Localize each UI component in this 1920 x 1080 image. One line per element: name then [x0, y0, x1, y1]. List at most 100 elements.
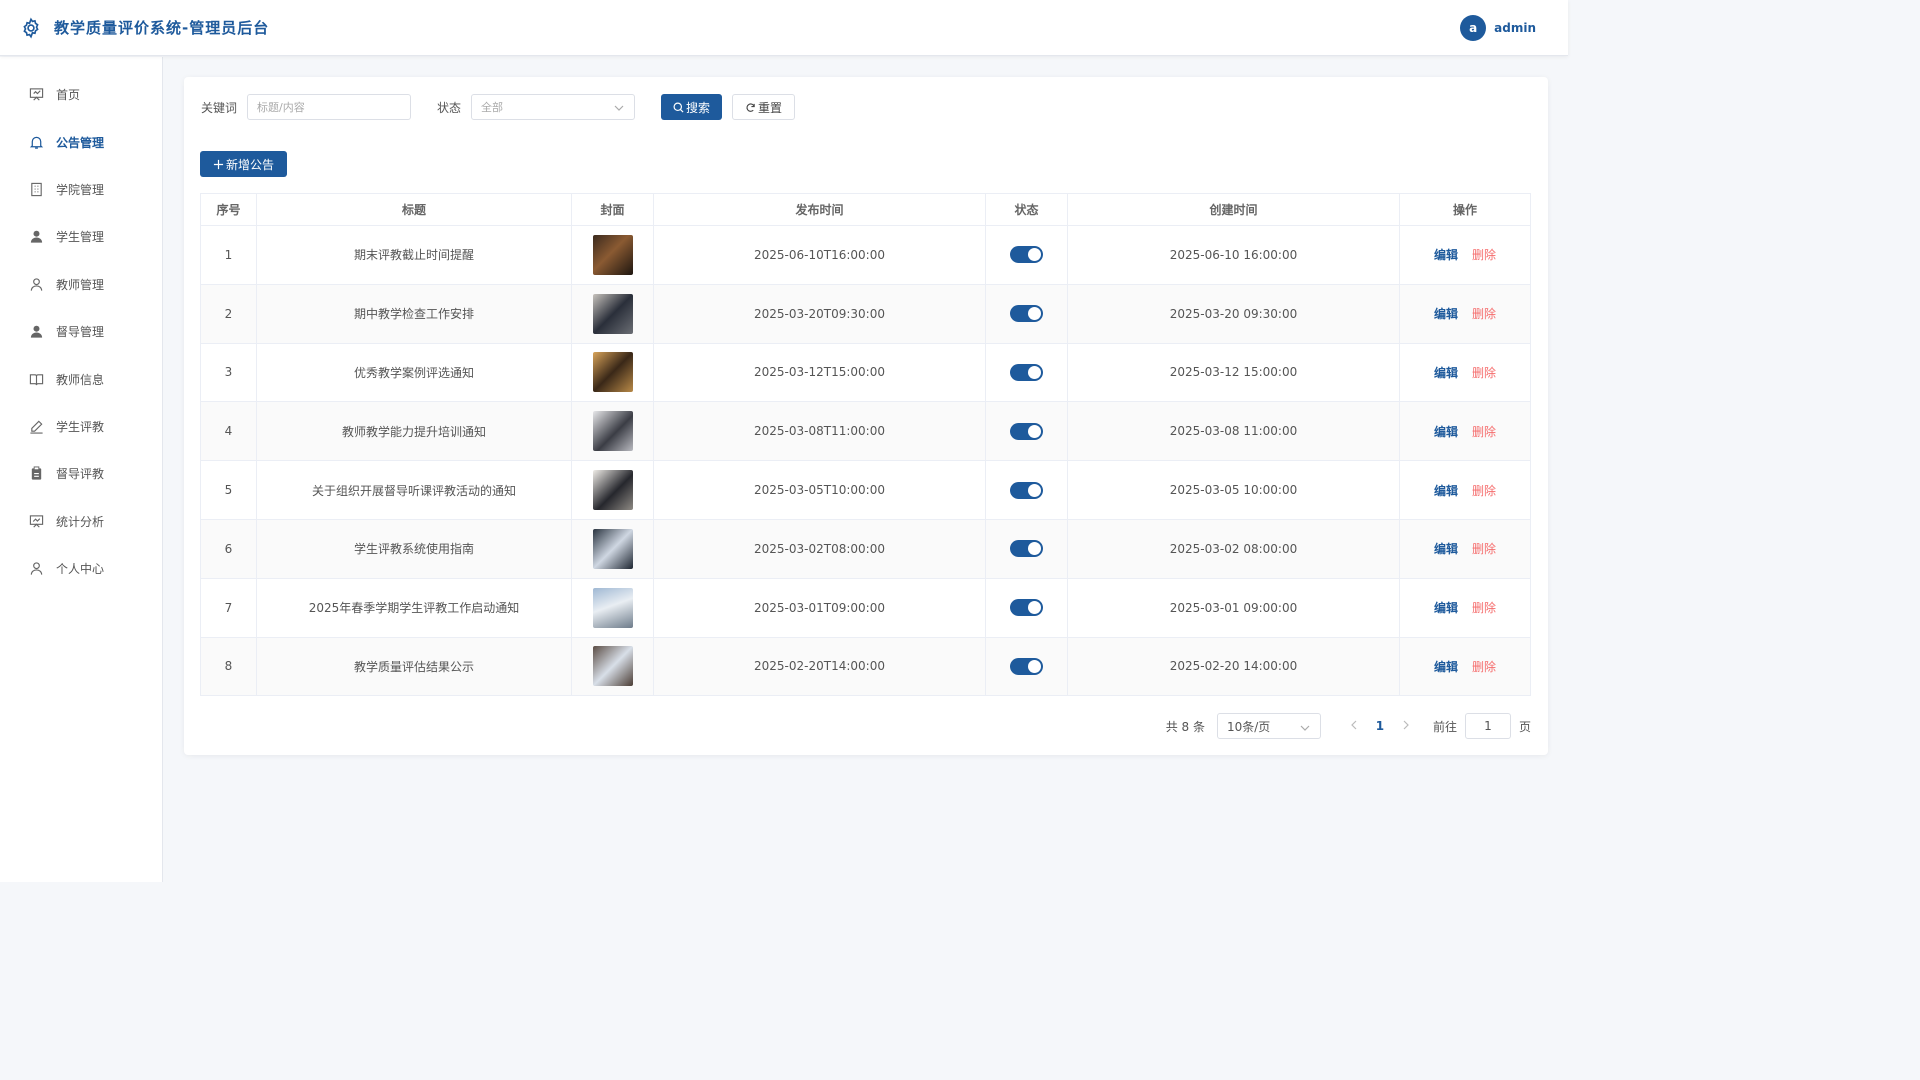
status-toggle[interactable] [1010, 657, 1043, 675]
sidebar-item[interactable]: 公告管理 [0, 118, 162, 165]
add-announcement-button[interactable]: 新增公告 [200, 151, 288, 177]
sidebar-item[interactable]: 督导管理 [0, 308, 162, 355]
row-created-time: 2025-02-20 14:00:00 [1067, 637, 1400, 697]
delete-button[interactable]: 删除 [1472, 601, 1496, 615]
edit-button[interactable]: 编辑 [1434, 601, 1458, 615]
row-cover [571, 519, 654, 579]
search-button[interactable]: 搜索 [661, 94, 723, 120]
status-toggle[interactable] [1010, 481, 1043, 499]
keyword-input[interactable]: 标题/内容 [247, 94, 412, 120]
row-publish-time: 2025-03-02T08:00:00 [653, 519, 986, 579]
table-row: 6 学生评教系统使用指南 2025-03-02T08:00:00 2025-03-02… [200, 519, 1531, 579]
current-page[interactable]: 1 [1367, 719, 1393, 733]
row-status [985, 401, 1068, 462]
bell-icon [28, 134, 44, 150]
edit-button[interactable]: 编辑 [1434, 660, 1458, 674]
sidebar-item[interactable]: 学生评教 [0, 403, 162, 450]
row-status [985, 637, 1068, 697]
goto-page-input[interactable]: 1 [1464, 713, 1511, 739]
pagination: 共 8 条 10条/页 1 前往 1 页 [1166, 713, 1531, 739]
cover-thumbnail[interactable] [592, 528, 633, 569]
row-no: 6 [200, 519, 257, 579]
cover-thumbnail[interactable] [592, 646, 633, 687]
reset-button[interactable]: 重置 [732, 94, 796, 120]
app-title: 教学质量评价系统-管理员后台 [54, 19, 270, 37]
search-icon [673, 102, 684, 113]
row-publish-time: 2025-03-08T11:00:00 [653, 401, 986, 462]
cover-thumbnail[interactable] [592, 352, 633, 393]
status-toggle[interactable] [1010, 363, 1043, 381]
sidebar-item[interactable]: 统计分析 [0, 498, 162, 545]
row-cover [571, 401, 654, 462]
user-menu[interactable]: a admin [1460, 14, 1536, 41]
cover-thumbnail[interactable] [592, 411, 633, 452]
row-cover [571, 637, 654, 697]
edit-button[interactable]: 编辑 [1434, 484, 1458, 498]
row-created-time: 2025-03-05 10:00:00 [1067, 460, 1400, 520]
delete-button[interactable]: 删除 [1472, 484, 1496, 498]
row-created-time: 2025-03-08 11:00:00 [1067, 401, 1400, 462]
sidebar-item[interactable]: 首页 [0, 71, 162, 118]
sidebar-item[interactable]: 个人中心 [0, 545, 162, 592]
sidebar-item[interactable]: 教师信息 [0, 355, 162, 402]
dashboard-icon [28, 87, 44, 103]
row-publish-time: 2025-03-12T15:00:00 [653, 343, 986, 403]
table-row: 5 关于组织开展督导听课评教活动的通知 2025-03-05T10:00:00 202… [200, 460, 1531, 520]
status-select[interactable]: 全部 [471, 94, 636, 120]
goto-label: 前往 [1432, 719, 1457, 734]
row-title: 期末评教截止时间提醒 [256, 225, 572, 285]
edit-button[interactable]: 编辑 [1434, 542, 1458, 556]
user-filled-icon [28, 229, 44, 245]
row-title: 优秀教学案例评选通知 [256, 343, 572, 403]
sidebar-item[interactable]: 教师管理 [0, 261, 162, 308]
row-created-time: 2025-03-12 15:00:00 [1067, 343, 1400, 403]
username[interactable]: admin [1494, 21, 1536, 35]
prev-page-button[interactable] [1341, 719, 1367, 733]
page-suffix: 页 [1518, 719, 1531, 734]
edit-button[interactable]: 编辑 [1434, 366, 1458, 380]
filter-bar: 关键词 标题/内容 状态 全部 搜索 重置 [201, 94, 796, 120]
status-toggle[interactable] [1010, 599, 1043, 617]
status-toggle[interactable] [1010, 246, 1043, 264]
col-title: 标题 [256, 193, 572, 226]
cover-thumbnail[interactable] [592, 234, 633, 275]
edit-button[interactable]: 编辑 [1434, 307, 1458, 321]
cover-thumbnail[interactable] [592, 587, 633, 628]
row-actions: 编辑 删除 [1399, 225, 1531, 285]
status-toggle[interactable] [1010, 540, 1043, 558]
table-row: 4 教师教学能力提升培训通知 2025-03-08T11:00:00 2025-03-… [200, 401, 1531, 462]
sidebar: 首页 公告管理 学院管理 学生管理 教师管理 督导管理 教师信息 学生评教 督导评教 统计分析 个人… [0, 57, 163, 882]
sidebar-item[interactable]: 学院管理 [0, 166, 162, 213]
clipboard-icon [28, 466, 44, 482]
status-toggle[interactable] [1010, 422, 1043, 440]
avatar[interactable]: a [1460, 14, 1487, 41]
delete-button[interactable]: 删除 [1472, 660, 1496, 674]
row-no: 1 [200, 225, 257, 285]
row-created-time: 2025-03-01 09:00:00 [1067, 578, 1400, 638]
table-row: 8 教学质量评估结果公示 2025-02-20T14:00:00 2025-02-20… [200, 637, 1531, 697]
delete-button[interactable]: 删除 [1472, 542, 1496, 556]
delete-button[interactable]: 删除 [1472, 307, 1496, 321]
user-icon [28, 276, 44, 292]
edit-button[interactable]: 编辑 [1434, 425, 1458, 439]
next-page-button[interactable] [1393, 719, 1419, 733]
status-label: 状态 [437, 100, 462, 115]
row-publish-time: 2025-06-10T16:00:00 [653, 225, 986, 285]
col-status: 状态 [985, 193, 1068, 226]
pen-icon [28, 418, 44, 434]
keyword-label: 关键词 [201, 100, 238, 115]
edit-button[interactable]: 编辑 [1434, 248, 1458, 262]
cover-thumbnail[interactable] [592, 470, 633, 511]
delete-button[interactable]: 删除 [1472, 248, 1496, 262]
row-actions: 编辑 删除 [1399, 578, 1531, 638]
delete-button[interactable]: 删除 [1472, 366, 1496, 380]
row-created-time: 2025-03-02 08:00:00 [1067, 519, 1400, 579]
page-size-select[interactable]: 10条/页 [1216, 713, 1321, 739]
announcement-panel: 关键词 标题/内容 状态 全部 搜索 重置 新增公告 序号 标题 封面 发布时间… [184, 77, 1548, 755]
row-no: 7 [200, 578, 257, 638]
delete-button[interactable]: 删除 [1472, 425, 1496, 439]
status-toggle[interactable] [1010, 305, 1043, 323]
cover-thumbnail[interactable] [592, 293, 633, 334]
sidebar-item[interactable]: 学生管理 [0, 213, 162, 260]
sidebar-item[interactable]: 督导评教 [0, 450, 162, 497]
